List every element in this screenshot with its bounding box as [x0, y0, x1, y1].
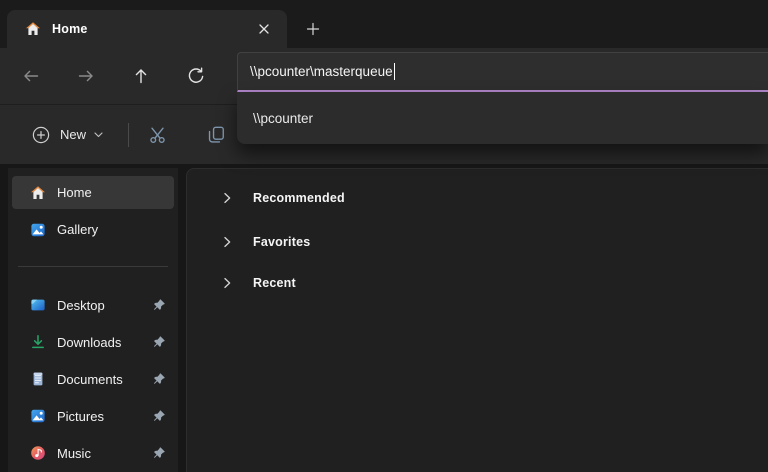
toolbar-separator: [128, 122, 130, 147]
pin-icon: [152, 298, 166, 312]
section-recent[interactable]: Recent: [221, 266, 768, 300]
home-icon: [30, 185, 46, 201]
sidebar-item-label: Pictures: [57, 408, 104, 424]
section-label: Recent: [253, 276, 296, 290]
back-button[interactable]: [14, 59, 48, 93]
cut-button[interactable]: [139, 117, 175, 153]
plus-icon: [306, 22, 320, 36]
gallery-icon: [30, 222, 46, 238]
suggestion-item[interactable]: \\pcounter: [237, 92, 768, 144]
arrow-up-icon: [131, 66, 151, 86]
new-button[interactable]: New: [23, 119, 112, 151]
tab-bar: Home: [0, 0, 768, 48]
sidebar-item-label: Downloads: [57, 334, 122, 350]
sidebar-item-label: Documents: [57, 371, 123, 387]
sidebar-item-label: Desktop: [57, 297, 105, 313]
pin-icon: [152, 446, 166, 460]
address-suggestion-dropdown: \\pcounter: [237, 92, 768, 144]
home-icon: [25, 21, 41, 37]
sidebar-item-home[interactable]: Home: [12, 176, 174, 209]
tab-label: Home: [52, 22, 88, 36]
sidebar-item-documents[interactable]: Documents: [12, 361, 174, 397]
downloads-icon: [30, 334, 46, 350]
music-icon: [30, 445, 46, 461]
new-tab-button[interactable]: [300, 16, 326, 42]
arrow-right-icon: [76, 66, 96, 86]
sidebar-item-desktop[interactable]: Desktop: [12, 287, 174, 323]
sidebar-item-pictures[interactable]: Pictures: [12, 398, 174, 434]
address-text: \\pcounter\masterqueue: [250, 64, 393, 79]
refresh-icon: [186, 66, 206, 86]
sidebar-item-downloads[interactable]: Downloads: [12, 324, 174, 360]
forward-button[interactable]: [69, 59, 103, 93]
scissors-icon: [148, 125, 167, 144]
sidebar-item-gallery[interactable]: Gallery: [12, 213, 174, 246]
section-recommended[interactable]: Recommended: [221, 181, 768, 215]
section-label: Favorites: [253, 235, 311, 249]
chevron-right-icon: [221, 277, 233, 289]
up-button[interactable]: [124, 59, 158, 93]
sidebar-item-label: Home: [57, 185, 92, 200]
refresh-button[interactable]: [179, 59, 213, 93]
section-label: Recommended: [253, 191, 345, 205]
chevron-right-icon: [221, 236, 233, 248]
pin-icon: [152, 409, 166, 423]
new-button-label: New: [60, 127, 87, 142]
sidebar-separator: [18, 266, 168, 267]
sidebar-item-music[interactable]: Music: [12, 435, 174, 471]
tab-home[interactable]: Home: [7, 10, 287, 48]
home-view: Recommended Favorites Recent: [186, 168, 768, 472]
copy-button[interactable]: [198, 117, 234, 153]
sidebar-item-label: Music: [57, 445, 91, 461]
arrow-left-icon: [21, 66, 41, 86]
address-input[interactable]: \\pcounter\masterqueue: [237, 52, 768, 92]
text-caret: [393, 63, 395, 80]
content-area: Home Gallery Desktop Downloads Documents…: [0, 164, 768, 472]
documents-icon: [30, 371, 46, 387]
chevron-right-icon: [221, 192, 233, 204]
plus-circle-icon: [31, 125, 51, 145]
desktop-icon: [30, 297, 46, 313]
suggestion-label: \\pcounter: [253, 110, 314, 126]
file-explorer-window: Home \\pcounter\masterqueue \\pcounter N…: [0, 0, 768, 472]
pictures-icon: [30, 408, 46, 424]
pin-icon: [152, 335, 166, 349]
chevron-down-icon: [93, 129, 104, 140]
copy-icon: [207, 125, 226, 144]
navigation-pane: Home Gallery Desktop Downloads Documents…: [8, 168, 178, 472]
pin-icon: [152, 372, 166, 386]
sidebar-item-label: Gallery: [57, 222, 99, 237]
close-icon[interactable]: [251, 16, 277, 42]
section-favorites[interactable]: Favorites: [221, 225, 768, 259]
